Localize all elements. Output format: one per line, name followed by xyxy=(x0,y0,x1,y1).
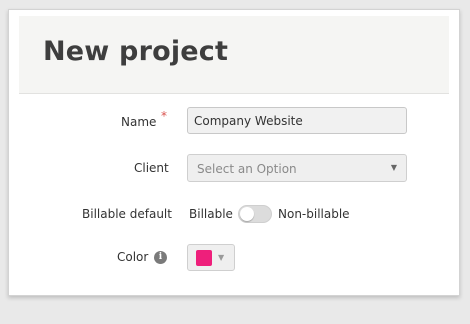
caret-down-icon: ▼ xyxy=(390,163,397,172)
client-label: Client xyxy=(134,161,169,175)
color-swatch xyxy=(196,250,212,266)
client-select-placeholder: Select an Option xyxy=(197,162,297,176)
client-select[interactable]: Select an Option ▼ xyxy=(187,154,407,182)
toggle-knob xyxy=(240,207,254,221)
caret-down-icon: ▼ xyxy=(218,253,225,262)
dialog-header: New project xyxy=(19,16,449,94)
billable-option-label[interactable]: Billable xyxy=(189,206,233,222)
color-picker[interactable]: ▼ xyxy=(187,244,235,271)
new-project-dialog: New project Name * Client Select an Opti… xyxy=(8,9,460,296)
billable-default-label: Billable default xyxy=(82,207,172,221)
page-title: New project xyxy=(43,36,229,67)
project-name-input[interactable] xyxy=(187,107,407,134)
billable-toggle[interactable] xyxy=(238,205,272,223)
info-icon[interactable]: i xyxy=(154,251,167,264)
non-billable-option-label[interactable]: Non-billable xyxy=(278,206,350,222)
name-label: Name xyxy=(121,115,157,129)
required-marker: * xyxy=(161,109,167,123)
color-label: Color xyxy=(117,250,149,264)
